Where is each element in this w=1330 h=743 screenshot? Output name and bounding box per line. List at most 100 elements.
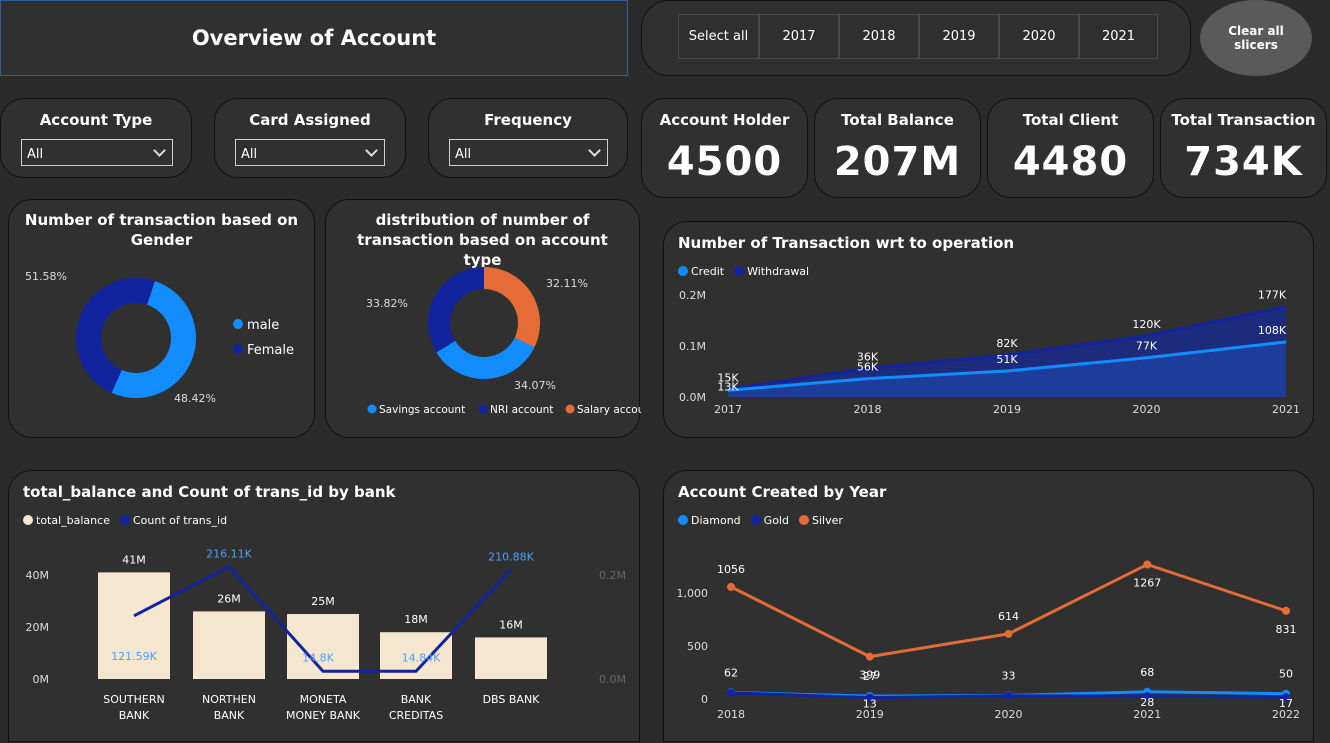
y-tick-label-right: 0.2M [599, 569, 626, 582]
chevron-down-icon [153, 144, 166, 157]
slice-label: 32.11% [546, 277, 588, 290]
x-category-label: MONETA [300, 693, 347, 706]
y-tick-label: 500 [687, 640, 708, 653]
data-label-diamond: 33 [1002, 669, 1016, 682]
point-silver [1143, 560, 1152, 569]
slicer-year-2021[interactable]: 2021 [1079, 14, 1158, 59]
legend-label: Salary account [577, 404, 641, 416]
withdrawal-data-label: 82K [996, 337, 1018, 350]
data-label-diamond: 68 [1140, 666, 1154, 679]
bar-data-label: 16M [499, 618, 523, 631]
point-gold [727, 688, 735, 697]
x-category-label: BANK [214, 709, 245, 722]
operation-chart-card: Number of Transaction wrt to operation C… [663, 221, 1314, 438]
slicer-year-2019[interactable]: 2019 [919, 14, 999, 59]
x-tick-label: 2020 [995, 708, 1023, 721]
kpi-value: 734K [1184, 139, 1303, 185]
y-tick-label-right: 0.0M [599, 673, 626, 686]
data-label-silver: 831 [1276, 623, 1297, 636]
kpi-account-holder: Account Holder 4500 [641, 98, 808, 198]
bar-data-label: 41M [122, 553, 146, 566]
account-type-donut-chart: 32.11% 34.07% 33.82% Savings account NRI acc… [366, 267, 641, 416]
slice-label: 33.82% [366, 297, 408, 310]
legend-dot [565, 404, 575, 414]
kpi-value: 4480 [1012, 139, 1129, 185]
bar-total-balance [98, 572, 170, 679]
x-category-label: MONEY BANK [286, 709, 361, 722]
kpi-value: 207M [833, 139, 962, 185]
slicer-year-2018[interactable]: 2018 [839, 14, 919, 59]
credit-data-label: 108K [1258, 324, 1287, 337]
data-label-gold: 28 [1140, 696, 1154, 709]
x-category-label: BANK [119, 709, 150, 722]
kpi-total-client: Total Client 4480 [987, 98, 1154, 198]
data-label-diamond: 50 [1279, 668, 1293, 681]
donut-slice-nri-account [428, 267, 484, 353]
filter-frequency: Frequency All [428, 98, 628, 178]
donut-slice-savings-account [436, 337, 535, 379]
bar-data-label: 18M [404, 613, 428, 626]
account-type-chart-card: distribution of number of transaction ba… [325, 199, 641, 438]
slicer-year-2020[interactable]: 2020 [999, 14, 1079, 59]
point-gold [1004, 691, 1013, 700]
kpi-total-balance: Total Balance 207M [814, 98, 981, 198]
clear-all-slicers-button[interactable]: Clear all slicers [1200, 0, 1312, 76]
dropdown-value: All [27, 147, 44, 162]
credit-data-label: 13K [717, 380, 739, 393]
y-tick-label: 0.1M [679, 340, 706, 353]
slice-label: 34.07% [514, 379, 556, 392]
credit-data-label: 51K [996, 353, 1018, 366]
x-tick-label: 2021 [1133, 708, 1161, 721]
point-silver [865, 652, 874, 661]
chevron-down-icon [365, 144, 378, 157]
x-category-label: NORTHEN [202, 693, 256, 706]
y-tick-label: 0.2M [679, 289, 706, 302]
x-tick-label: 2019 [993, 403, 1021, 416]
filter-label: Card Assigned [249, 111, 371, 129]
withdrawal-data-label: 120K [1132, 318, 1161, 331]
data-label-diamond: 62 [724, 666, 738, 679]
data-label-silver: 1267 [1133, 577, 1161, 590]
kpi-label: Total Balance [841, 111, 954, 129]
kpi-total-transaction: Total Transaction 734K [1160, 98, 1327, 198]
slice-label: 48.42% [174, 392, 216, 405]
legend-dot [367, 404, 377, 414]
dropdown-value: All [455, 147, 472, 162]
bar-data-label: 25M [311, 595, 335, 608]
slicer-year-2017[interactable]: 2017 [759, 14, 839, 59]
x-tick-label: 2017 [714, 403, 742, 416]
data-label-silver: 614 [998, 610, 1019, 623]
x-tick-label: 2018 [717, 708, 745, 721]
x-category-label: SOUTHERN [103, 693, 165, 706]
x-tick-label: 2021 [1272, 403, 1300, 416]
legend-label: NRI account [490, 404, 553, 416]
frequency-dropdown[interactable]: All [449, 139, 608, 166]
filter-account-type: Account Type All [0, 98, 192, 178]
bank-combo-chart: 0M 20M 40M 0.0M 0.2M 41M 26M 25M 18M 16M 121.59K 21… [26, 548, 626, 722]
account-type-dropdown[interactable]: All [21, 139, 173, 166]
y-tick-label: 1,000 [677, 587, 709, 600]
gender-chart-card: Number of transaction based on Gender 51… [8, 199, 315, 438]
bar-data-label: 26M [217, 592, 241, 605]
data-label-silver: 1056 [717, 563, 745, 576]
chevron-down-icon [588, 144, 601, 157]
kpi-label: Total Client [1022, 111, 1119, 129]
filter-label: Frequency [484, 111, 572, 129]
legend-label: male [247, 318, 279, 333]
legend-label: Female [247, 343, 294, 358]
line-data-label: 14.8K [302, 651, 334, 664]
gender-donut-chart: 51.58% 48.42% male Female [25, 270, 294, 405]
line-data-label: 210.88K [488, 550, 534, 563]
line-data-label: 121.59K [111, 650, 157, 663]
legend-dot [233, 344, 243, 354]
x-category-label: CREDITAS [389, 709, 443, 722]
withdrawal-data-label: 177K [1258, 289, 1287, 302]
line-data-label: 216.11K [206, 548, 252, 561]
legend-dot [478, 404, 488, 414]
card-assigned-dropdown[interactable]: All [235, 139, 385, 166]
account-created-chart-card: Account Created by Year Diamond Gold Sil… [663, 470, 1314, 742]
slicer-select-all[interactable]: Select all [678, 14, 759, 59]
kpi-label: Total Transaction [1171, 111, 1316, 129]
x-category-label: DBS BANK [483, 693, 541, 706]
donut-slice-salary-account [484, 267, 540, 348]
